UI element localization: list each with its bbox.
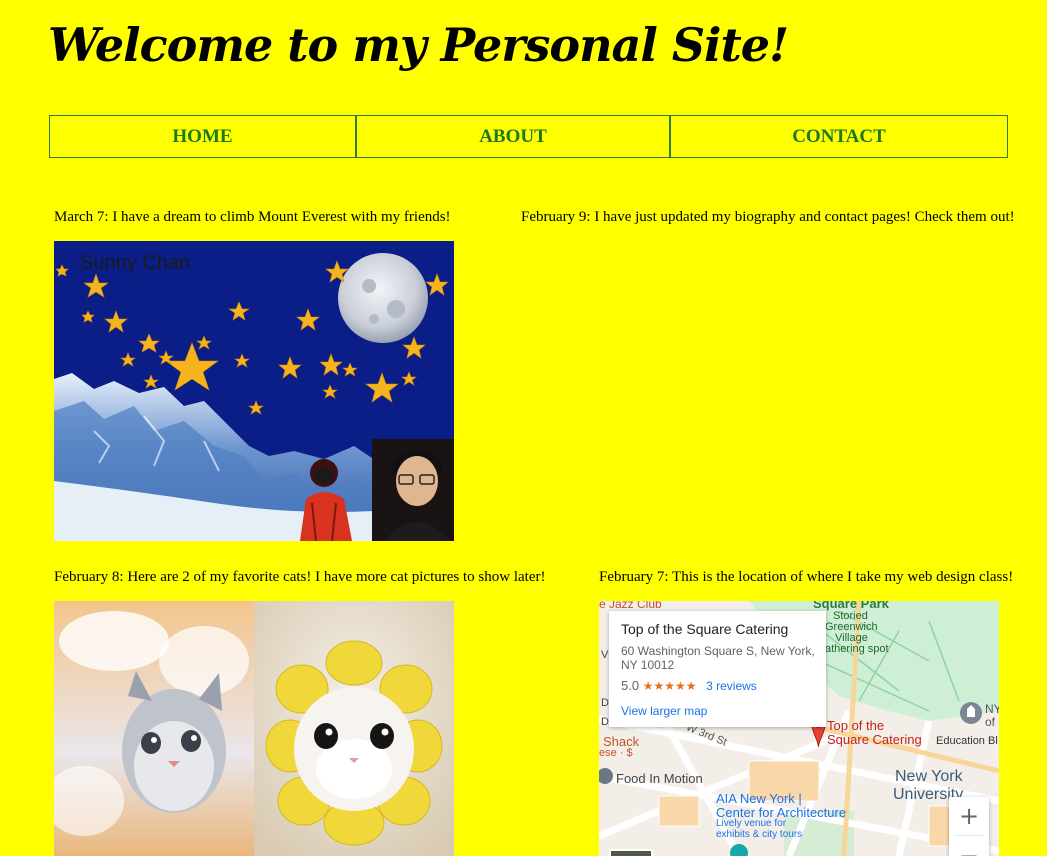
map-pin-label-line2: Square Catering [827,732,922,747]
map-label-ese: ese · $ [599,747,633,759]
map-rating-row: 5.0 ★★★★★ 3 reviews [621,678,757,693]
map-label-jazz: e Jazz Club [599,601,662,611]
embedded-map[interactable]: e Jazz Club Square Park Storied Greenwic… [599,601,999,856]
map-reviews-link[interactable]: 3 reviews [706,679,757,693]
nav-about[interactable]: ABOUT [355,116,669,157]
map-label-d2: D [601,697,609,709]
map-info-card: Top of the Square Catering 60 Washington… [609,611,826,727]
map-label-of: of [985,715,996,729]
map-label-aia-line3: Lively venue for [716,818,787,829]
star-rating-icon: ★★★★★ [642,679,697,693]
map-place-address: 60 Washington Square S, New York, NY 100… [621,644,815,672]
portrait [372,439,454,541]
nav-contact[interactable]: CONTACT [669,116,1007,157]
nav-home[interactable]: HOME [50,116,355,157]
map-label-aia-line1: AIA New York | [716,791,802,806]
everest-illustration: Sunny Chan [54,241,454,541]
main-nav: HOME ABOUT CONTACT [49,115,1008,158]
map-label-v: V [601,649,609,661]
map-label-education: Education Bl [936,735,998,747]
map-zoom-controls: + − [949,797,989,856]
cats-image [54,601,454,856]
zoom-out-button[interactable]: − [949,837,989,856]
map-rating-value: 5.0 [621,678,640,693]
cats-illustration [54,601,454,856]
map-label-ny: NY [985,702,999,716]
post-map-text: February 7: This is the location of wher… [599,569,1014,585]
zoom-divider [955,835,983,836]
image-caption: Sunny Chan [80,252,190,274]
map-label-d1: D [601,716,609,728]
map-label-nyu-line1: New York [895,768,963,785]
post-cats-text: February 8: Here are 2 of my favorite ca… [54,569,546,585]
map-pin-label: Top of the Square Catering [827,719,922,747]
map-label-aia-line4: exhibits & city tours [716,829,803,840]
everest-image: Sunny Chan [54,241,454,541]
post-update-text: February 9: I have just updated my biogr… [521,209,1015,225]
zoom-in-button[interactable]: + [949,797,989,835]
site-title: Welcome to my Personal Site! [48,18,789,72]
map-satellite-thumbnail[interactable] [609,849,653,856]
map-label-food: Food In Motion [616,771,703,786]
view-larger-map-link[interactable]: View larger map [621,704,707,718]
map-place-name: Top of the Square Catering [621,621,789,637]
map-pin-label-line1: Top of the [827,718,885,733]
post-everest-text: March 7: I have a dream to climb Mount E… [54,209,451,225]
map-label-gathering: athering spot [825,643,889,655]
